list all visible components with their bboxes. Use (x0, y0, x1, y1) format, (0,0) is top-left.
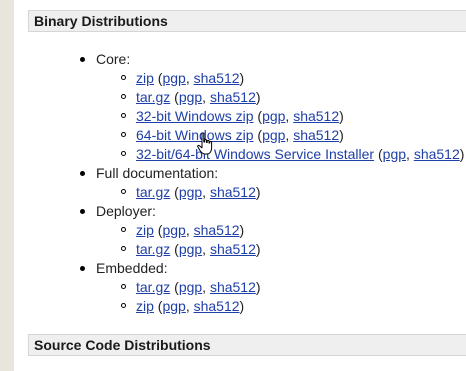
circle-bullet-icon (121, 132, 126, 137)
list-item: 32-bit Windows zip (pgp, sha512) (121, 107, 344, 126)
category-label: Full documentation: (96, 165, 219, 181)
separator: , (185, 222, 194, 238)
download-link[interactable]: tar.gz (136, 241, 170, 257)
download-link[interactable]: 64-bit Windows zip (136, 127, 254, 143)
bullet-icon (80, 209, 85, 214)
separator: , (202, 89, 210, 105)
download-link[interactable]: zip (136, 222, 154, 238)
category-embedded: Embedded: (80, 259, 168, 278)
hand-cursor-icon (197, 132, 213, 155)
source-code-distributions-heading: Source Code Distributions (28, 334, 466, 356)
pgp-link[interactable]: pgp (179, 89, 202, 105)
category-full-documentation: Full documentation: (80, 164, 219, 183)
category-core: Core: (80, 50, 131, 69)
pgp-link[interactable]: pgp (262, 108, 285, 124)
open-paren: ( (253, 108, 263, 124)
pgp-link[interactable]: pgp (162, 298, 185, 314)
circle-bullet-icon (121, 151, 126, 156)
close-paren: ) (239, 222, 245, 238)
bullet-icon (80, 266, 85, 271)
sha512-link[interactable]: sha512 (293, 108, 339, 124)
close-paren: ) (255, 279, 261, 295)
sha512-link[interactable]: sha512 (414, 146, 460, 162)
pgp-link[interactable]: pgp (262, 127, 285, 143)
circle-bullet-icon (121, 75, 126, 80)
download-link[interactable]: zip (136, 70, 154, 86)
close-paren: ) (255, 184, 261, 200)
open-paren: ( (170, 279, 179, 295)
category-label: Embedded: (96, 260, 168, 276)
pgp-link[interactable]: pgp (179, 241, 202, 257)
circle-bullet-icon (121, 246, 126, 251)
list-item: tar.gz (pgp, sha512) (121, 183, 261, 202)
category-label: Core: (96, 51, 131, 67)
open-paren: ( (253, 127, 263, 143)
list-item: zip (pgp, sha512) (121, 221, 245, 240)
circle-bullet-icon (121, 284, 126, 289)
close-paren: ) (239, 298, 245, 314)
close-paren: ) (339, 127, 344, 143)
list-item: tar.gz (pgp, sha512) (121, 88, 261, 107)
bullet-icon (80, 171, 85, 176)
sha512-link[interactable]: sha512 (210, 241, 256, 257)
sha512-link[interactable]: sha512 (210, 89, 256, 105)
binary-distributions-heading: Binary Distributions (28, 10, 466, 32)
close-paren: ) (339, 108, 344, 124)
separator: , (202, 279, 210, 295)
sha512-link[interactable]: sha512 (194, 298, 240, 314)
close-paren: ) (255, 89, 261, 105)
list-item: tar.gz (pgp, sha512) (121, 278, 261, 297)
download-link[interactable]: zip (136, 298, 154, 314)
circle-bullet-icon (121, 94, 126, 99)
separator: , (185, 298, 194, 314)
pgp-link[interactable]: pgp (179, 184, 202, 200)
separator: , (406, 146, 414, 162)
separator: , (185, 70, 194, 86)
list-item: zip (pgp, sha512) (121, 297, 245, 316)
circle-bullet-icon (121, 227, 126, 232)
pgp-link[interactable]: pgp (162, 70, 185, 86)
pgp-link[interactable]: pgp (179, 279, 202, 295)
list-item: zip (pgp, sha512) (121, 69, 245, 88)
pgp-link[interactable]: pgp (162, 222, 185, 238)
circle-bullet-icon (121, 303, 126, 308)
sha512-link[interactable]: sha512 (210, 184, 256, 200)
download-link[interactable]: tar.gz (136, 184, 170, 200)
category-label: Deployer: (96, 203, 156, 219)
sha512-link[interactable]: sha512 (293, 127, 339, 143)
download-link[interactable]: 32-bit Windows zip (136, 108, 254, 124)
close-paren: ) (239, 70, 245, 86)
pgp-link[interactable]: pgp (383, 146, 406, 162)
list-item: 64-bit Windows zip (pgp, sha512) (121, 126, 344, 145)
open-paren: ( (170, 89, 179, 105)
list-item: 32-bit/64-bit Windows Service Installer … (121, 145, 465, 164)
close-paren: ) (255, 241, 261, 257)
sha512-link[interactable]: sha512 (194, 222, 240, 238)
download-link[interactable]: tar.gz (136, 279, 170, 295)
circle-bullet-icon (121, 189, 126, 194)
separator: , (202, 241, 210, 257)
close-paren: ) (459, 146, 465, 162)
circle-bullet-icon (121, 113, 126, 118)
list-item: tar.gz (pgp, sha512) (121, 240, 261, 259)
separator: , (202, 184, 210, 200)
sha512-link[interactable]: sha512 (194, 70, 240, 86)
download-link[interactable]: tar.gz (136, 89, 170, 105)
open-paren: ( (170, 241, 179, 257)
open-paren: ( (170, 184, 179, 200)
download-link[interactable]: 32-bit/64-bit Windows Service Installer (136, 146, 374, 162)
open-paren: ( (374, 146, 383, 162)
sha512-link[interactable]: sha512 (210, 279, 256, 295)
category-deployer: Deployer: (80, 202, 156, 221)
bullet-icon (80, 57, 85, 62)
